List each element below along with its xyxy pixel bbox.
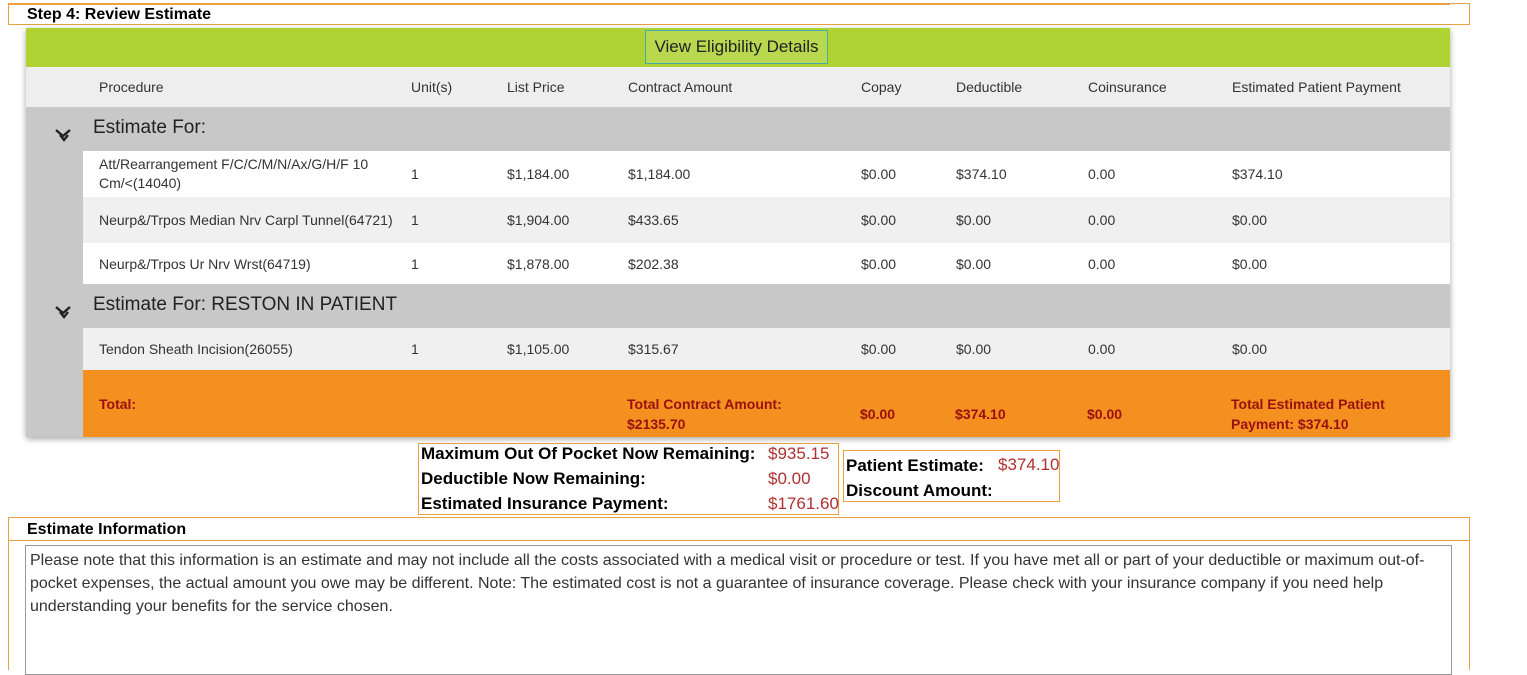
units-cell: 1 xyxy=(411,255,419,272)
patient-estimate-value: $374.10 xyxy=(998,455,1060,474)
column-header-units[interactable]: Unit(s) xyxy=(395,67,491,107)
total-row: Total: Total Contract Amount: $2135.70 $… xyxy=(83,370,1450,437)
total-copay: $0.00 xyxy=(860,406,896,422)
deductible-cell: $0.00 xyxy=(956,212,992,228)
copay-cell: $0.00 xyxy=(861,255,897,272)
units-cell: 1 xyxy=(411,341,419,357)
coinsurance-cell: 0.00 xyxy=(1088,341,1116,357)
deductible-remaining-value: $0.00 xyxy=(768,469,811,488)
table-row[interactable]: Neurp&/Trpos Ur Nrv Wrst(64719) 1 $1,878… xyxy=(83,243,1450,284)
coverage-summary: Maximum Out Of Pocket Now Remaining: $93… xyxy=(418,443,839,515)
eligibility-bar: View Eligibility Details xyxy=(26,28,1450,67)
max-oop-value: $935.15 xyxy=(768,444,830,463)
collapse-chevron-icon[interactable] xyxy=(54,305,72,319)
list-price-cell: $1,878.00 xyxy=(507,255,570,272)
discount-amount-label: Discount Amount: xyxy=(846,481,993,500)
group-row: Estimate For: xyxy=(26,107,1450,151)
patient-payment-cell: $0.00 xyxy=(1232,255,1268,272)
max-oop-label: Maximum Out Of Pocket Now Remaining: xyxy=(421,444,756,463)
group-gutter xyxy=(26,107,83,437)
patient-summary: Patient Estimate: $374.10 Discount Amoun… xyxy=(843,450,1060,502)
group-title: Estimate For: RESTON IN PATIENT xyxy=(93,294,398,315)
contract-cell: $315.67 xyxy=(628,341,679,357)
column-header-procedure[interactable]: Procedure xyxy=(83,67,395,107)
copay-cell: $0.00 xyxy=(861,341,897,357)
deductible-cell: $0.00 xyxy=(956,255,992,272)
step-title: Step 4: Review Estimate xyxy=(27,6,212,23)
column-header-contract-amount[interactable]: Contract Amount xyxy=(612,67,845,107)
patient-payment-cell: $0.00 xyxy=(1232,341,1268,357)
table-row[interactable]: Att/Rearrangement F/C/C/M/N/Ax/G/H/F 10 … xyxy=(83,151,1450,198)
patient-estimate-label: Patient Estimate: xyxy=(846,456,984,475)
insurance-payment-value: $1761.60 xyxy=(768,494,839,513)
deductible-cell: $0.00 xyxy=(956,341,992,357)
contract-cell: $1,184.00 xyxy=(628,166,691,182)
copay-cell: $0.00 xyxy=(861,212,897,228)
info-header: Estimate Information xyxy=(8,517,1470,541)
column-header-patient-payment[interactable]: Estimated Patient Payment xyxy=(1216,67,1450,107)
coinsurance-cell: 0.00 xyxy=(1088,212,1116,228)
total-label: Total: xyxy=(99,396,137,412)
insurance-payment-label: Estimated Insurance Payment: xyxy=(421,494,669,513)
patient-payment-cell: $0.00 xyxy=(1232,212,1268,228)
estimate-info-text: Please note that this information is an … xyxy=(25,545,1452,675)
list-price-cell: $1,105.00 xyxy=(507,341,570,357)
contract-cell: $202.38 xyxy=(628,255,679,272)
procedure-cell: Tendon Sheath Incision(26055) xyxy=(99,341,293,357)
table-header: Procedure Unit(s) List Price Contract Am… xyxy=(26,67,1450,107)
column-header-list-price[interactable]: List Price xyxy=(491,67,612,107)
column-header-copay[interactable]: Copay xyxy=(845,67,940,107)
estimate-panel: View Eligibility Details Procedure Unit(… xyxy=(26,28,1450,437)
step-header: Step 4: Review Estimate xyxy=(8,3,1470,25)
total-patient-payment: Total Estimated Patient Payment: $374.10 xyxy=(1231,396,1385,432)
deductible-remaining-label: Deductible Now Remaining: xyxy=(421,469,646,488)
total-coinsurance: $0.00 xyxy=(1087,406,1123,422)
info-title: Estimate Information xyxy=(27,521,187,538)
list-price-cell: $1,184.00 xyxy=(507,166,570,182)
procedure-cell: Att/Rearrangement F/C/C/M/N/Ax/G/H/F 10 … xyxy=(99,156,369,191)
column-header-deductible[interactable]: Deductible xyxy=(940,67,1072,107)
column-header-coinsurance[interactable]: Coinsurance xyxy=(1072,67,1216,107)
coinsurance-cell: 0.00 xyxy=(1088,166,1116,182)
collapse-chevron-icon[interactable] xyxy=(54,128,72,142)
coinsurance-cell: 0.00 xyxy=(1088,255,1116,272)
patient-payment-cell: $374.10 xyxy=(1232,166,1283,182)
deductible-cell: $374.10 xyxy=(956,166,1007,182)
view-eligibility-button[interactable]: View Eligibility Details xyxy=(645,30,828,64)
total-contract-amount: Total Contract Amount: $2135.70 xyxy=(627,396,782,432)
total-deductible: $374.10 xyxy=(955,406,1006,422)
table-row[interactable]: Tendon Sheath Incision(26055) 1 $1,105.0… xyxy=(83,328,1450,370)
group-title: Estimate For: xyxy=(93,117,206,138)
units-cell: 1 xyxy=(411,166,419,182)
copay-cell: $0.00 xyxy=(861,166,897,182)
list-price-cell: $1,904.00 xyxy=(507,212,570,228)
contract-cell: $433.65 xyxy=(628,212,679,228)
units-cell: 1 xyxy=(411,212,419,228)
procedure-cell: Neurp&/Trpos Ur Nrv Wrst(64719) xyxy=(99,255,311,272)
group-row: Estimate For: RESTON IN PATIENT xyxy=(26,284,1450,328)
procedure-cell: Neurp&/Trpos Median Nrv Carpl Tunnel(647… xyxy=(99,211,393,228)
table-row[interactable]: Neurp&/Trpos Median Nrv Carpl Tunnel(647… xyxy=(83,197,1450,244)
